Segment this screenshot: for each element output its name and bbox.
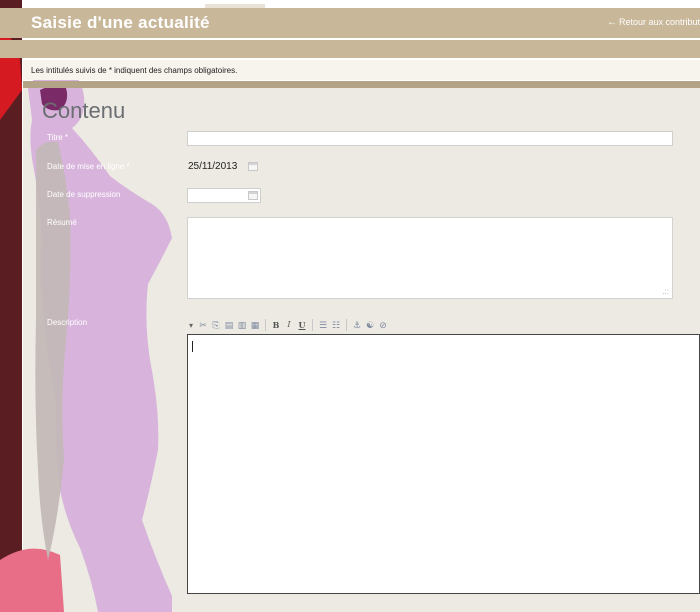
date-mise-en-ligne-input[interactable] — [187, 159, 247, 174]
description-editor[interactable] — [187, 334, 700, 594]
sub-header-bar — [0, 40, 700, 58]
back-link-label: Retour aux contribut — [618, 17, 700, 27]
copy-icon[interactable]: ⎘ — [211, 319, 221, 331]
anchor-icon[interactable]: ⚓ — [352, 319, 362, 331]
section-title: Contenu — [42, 98, 126, 123]
paste-text-icon[interactable]: ▥ — [237, 319, 247, 331]
toolbar-grip-icon: ▾ — [189, 320, 194, 330]
back-to-contributions-link[interactable]: ← Retour aux contribut — [607, 17, 700, 28]
page-title: Saisie d'une actualité — [31, 13, 210, 32]
resize-grip-icon[interactable]: .:: — [662, 287, 669, 296]
resume-textarea[interactable]: .:: — [187, 217, 673, 299]
notice-divider — [23, 81, 700, 88]
paste-word-icon[interactable]: ▦ — [250, 319, 260, 331]
text-caret — [192, 341, 193, 352]
ordered-list-icon[interactable]: ☰ — [318, 319, 328, 331]
notice-text: Les intitulés suivis de * indiquent des … — [31, 66, 238, 75]
calendar-icon[interactable] — [248, 162, 258, 171]
page-frame: Saisie d'une actualité ← Retour aux contr… — [0, 0, 700, 612]
toolbar-separator — [265, 319, 266, 331]
cut-icon[interactable]: ✂ — [198, 319, 208, 331]
decorative-silhouette — [0, 0, 180, 612]
paste-icon[interactable]: ▤ — [224, 319, 234, 331]
bullet-list-icon[interactable]: ☷ — [331, 319, 341, 331]
description-label: Description — [47, 318, 88, 327]
arrow-left-icon: ← — [606, 17, 617, 28]
titre-label: Titre * — [47, 133, 69, 142]
calendar-icon[interactable] — [248, 191, 258, 200]
unlink-icon[interactable]: ⊘ — [378, 319, 388, 331]
link-icon[interactable]: ☯ — [365, 319, 375, 331]
resume-label: Résumé — [47, 218, 77, 227]
bold-icon[interactable]: B — [271, 319, 281, 331]
date-mise-en-ligne-label: Date de mise en ligne * — [47, 162, 130, 171]
italic-icon[interactable]: I — [284, 319, 294, 331]
toolbar-separator — [346, 319, 347, 331]
title-bar: Saisie d'une actualité ← Retour aux contr… — [0, 4, 700, 38]
date-suppression-label: Date de suppression — [47, 190, 121, 199]
titre-input[interactable] — [187, 131, 673, 146]
toolbar-separator — [312, 319, 313, 331]
underline-icon[interactable]: U — [297, 319, 307, 331]
required-fields-notice: Les intitulés suivis de * indiquent des … — [23, 60, 700, 80]
title-tab-notch — [205, 4, 265, 8]
editor-toolbar: ▾ ✂ ⎘ ▤ ▥ ▦ B I U ☰ ☷ ⚓ ☯ ⊘ — [187, 316, 700, 334]
